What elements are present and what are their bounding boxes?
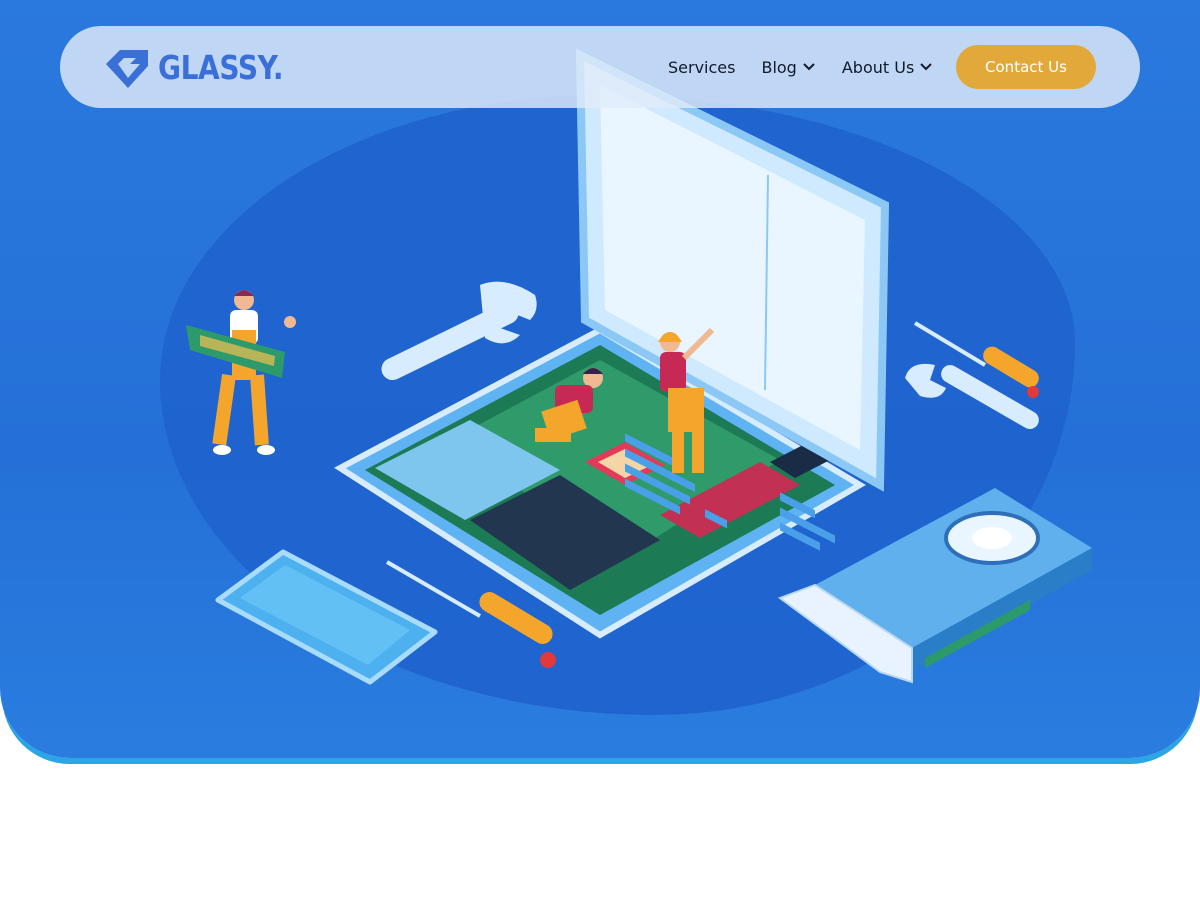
nav-item-services[interactable]: Services [668,58,735,77]
worker-left [186,290,296,455]
computer-repair-illustration [186,48,1092,685]
contact-us-button[interactable]: Contact Us [956,45,1096,89]
wrench-large [381,281,537,381]
nav-item-about-us[interactable]: About Us [842,58,933,77]
top-navbar: GLASSY. Services Blog About Us Contact U… [60,26,1140,108]
nav-item-label: Blog [761,57,797,77]
brand-name: GLASSY. [158,47,284,87]
chevron-down-icon [920,63,932,71]
hero-section [0,0,1200,758]
graphics-card [777,488,1092,684]
nav-links: Services Blog About Us [668,26,959,108]
brand-logo[interactable]: GLASSY. [104,44,305,90]
nav-item-label: Services [668,57,736,77]
chevron-down-icon [803,63,815,71]
nav-item-blog[interactable]: Blog [761,58,815,77]
nav-item-label: About Us [841,57,915,77]
glassy-diamond-logo-icon [106,50,148,88]
